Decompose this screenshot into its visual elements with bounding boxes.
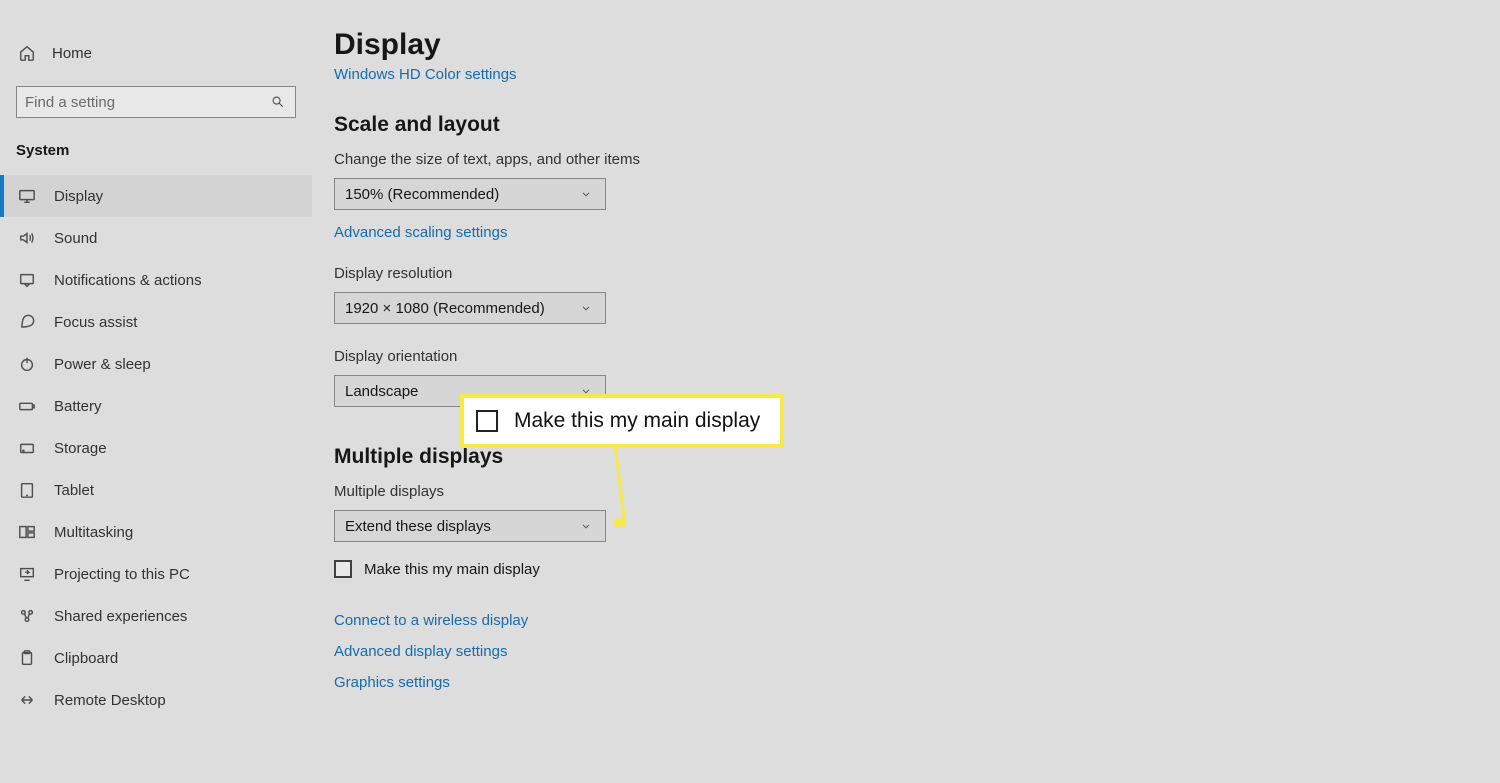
sidebar-item-tablet[interactable]: Tablet [0,469,312,511]
sidebar-item-display[interactable]: Display [0,175,312,217]
main-display-checkbox-row[interactable]: Make this my main display [334,560,1500,578]
category-label: System [0,136,312,175]
sidebar-item-multitasking[interactable]: Multitasking [0,511,312,553]
sound-icon [18,229,36,247]
display-icon [18,187,36,205]
tablet-icon [18,481,36,499]
orientation-value: Landscape [345,383,418,400]
sidebar-item-battery[interactable]: Battery [0,385,312,427]
main-content: Display Windows HD Color settings Scale … [312,0,1500,783]
advanced-scaling-link[interactable]: Advanced scaling settings [334,224,1500,241]
scale-value: 150% (Recommended) [345,186,499,203]
sidebar-item-storage[interactable]: Storage [0,427,312,469]
sidebar-item-label: Power & sleep [54,356,151,373]
connect-wireless-link[interactable]: Connect to a wireless display [334,612,1500,629]
settings-sidebar: Home Find a setting System Display Sound N… [0,0,312,783]
projecting-icon [18,565,36,583]
scale-label: Change the size of text, apps, and other… [334,151,1500,168]
sidebar-item-power-sleep[interactable]: Power & sleep [0,343,312,385]
battery-icon [18,397,36,415]
sidebar-item-label: Multitasking [54,524,133,541]
hd-color-link[interactable]: Windows HD Color settings [334,66,1500,83]
power-icon [18,355,36,373]
sidebar-item-label: Clipboard [54,650,118,667]
multiple-displays-section: Multiple displays [334,445,1500,469]
sidebar-item-label: Battery [54,398,102,415]
sidebar-item-label: Tablet [54,482,94,499]
multiple-displays-label: Multiple displays [334,483,1500,500]
search-placeholder: Find a setting [25,94,115,111]
callout-label: Make this my main display [514,409,760,433]
resolution-label: Display resolution [334,265,1500,282]
sidebar-item-projecting-to-this-pc[interactable]: Projecting to this PC [0,553,312,595]
home-icon [18,44,36,62]
remote-icon [18,691,36,709]
sidebar-item-clipboard[interactable]: Clipboard [0,637,312,679]
sidebar-item-label: Display [54,188,103,205]
clipboard-icon [18,649,36,667]
scale-section-title: Scale and layout [334,113,1500,137]
graphics-settings-link[interactable]: Graphics settings [334,674,1500,691]
checkbox-icon [476,410,498,432]
resolution-dropdown[interactable]: 1920 × 1080 (Recommended) [334,292,606,324]
page-title: Display [334,28,1500,62]
sidebar-item-label: Sound [54,230,97,247]
main-display-checkbox-label: Make this my main display [364,561,540,578]
multitasking-icon [18,523,36,541]
sidebar-item-shared-experiences[interactable]: Shared experiences [0,595,312,637]
sidebar-item-label: Storage [54,440,107,457]
sidebar-item-label: Remote Desktop [54,692,166,709]
sidebar-item-label: Projecting to this PC [54,566,190,583]
sidebar-item-sound[interactable]: Sound [0,217,312,259]
search-input[interactable]: Find a setting [16,86,296,118]
search-icon [269,93,287,111]
orientation-label: Display orientation [334,348,1500,365]
checkbox-icon [334,560,352,578]
resolution-value: 1920 × 1080 (Recommended) [345,300,545,317]
sidebar-item-label: Focus assist [54,314,137,331]
storage-icon [18,439,36,457]
sidebar-item-label: Notifications & actions [54,272,202,289]
chevron-down-icon [577,185,595,203]
shared-icon [18,607,36,625]
callout-highlight: Make this my main display [460,394,784,448]
chevron-down-icon [577,517,595,535]
home-label: Home [52,45,92,62]
sidebar-item-notifications-actions[interactable]: Notifications & actions [0,259,312,301]
chevron-down-icon [577,299,595,317]
multiple-displays-value: Extend these displays [345,518,491,535]
sidebar-item-remote-desktop[interactable]: Remote Desktop [0,679,312,721]
sidebar-item-focus-assist[interactable]: Focus assist [0,301,312,343]
advanced-display-link[interactable]: Advanced display settings [334,643,1500,660]
multiple-displays-dropdown[interactable]: Extend these displays [334,510,606,542]
notifications-icon [18,271,36,289]
home-button[interactable]: Home [0,34,312,72]
sidebar-item-label: Shared experiences [54,608,187,625]
callout-pointer-dot [614,518,624,528]
focus-assist-icon [18,313,36,331]
scale-dropdown[interactable]: 150% (Recommended) [334,178,606,210]
